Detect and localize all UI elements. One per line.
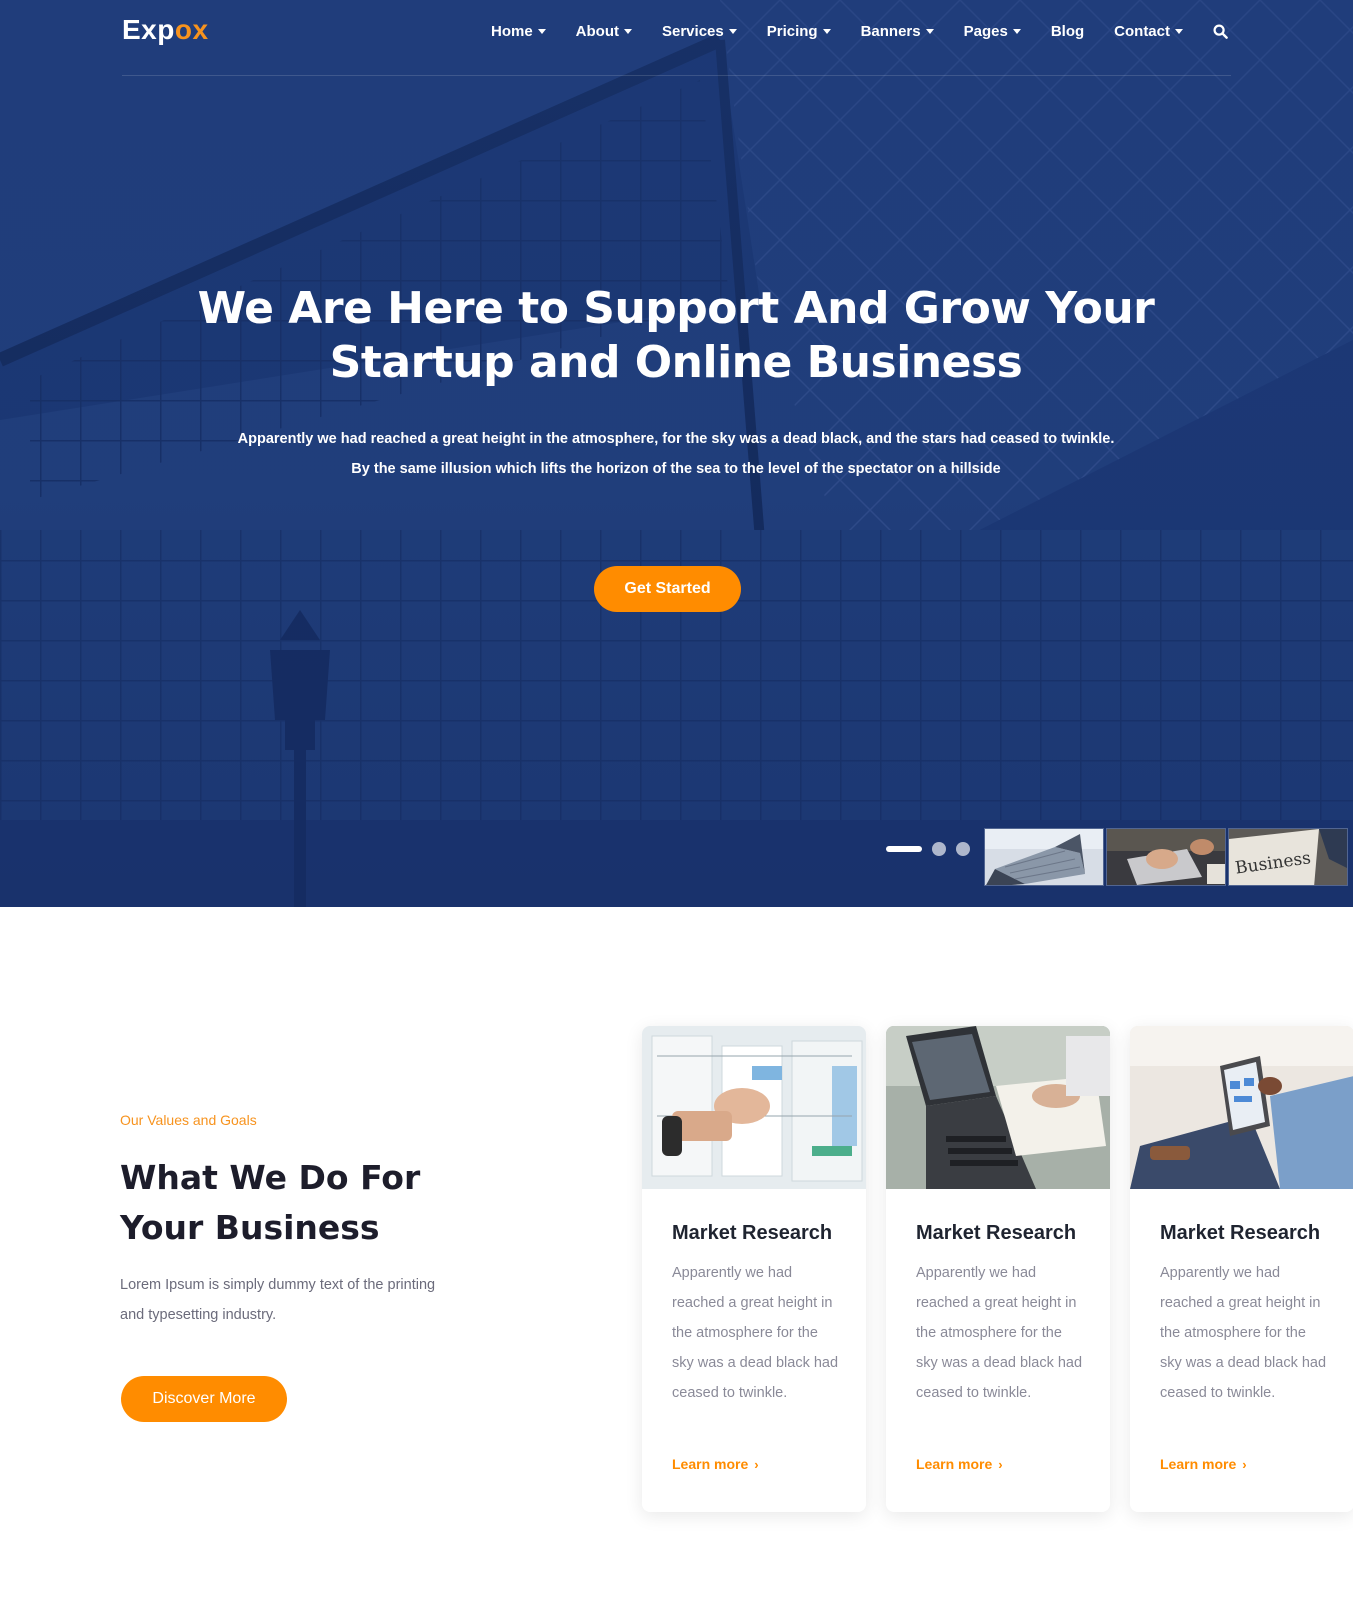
caret-down-icon xyxy=(537,28,546,34)
nav-item-contact[interactable]: Contact xyxy=(1114,20,1183,42)
nav-item-label: Blog xyxy=(1050,22,1085,40)
card-image-laptop xyxy=(886,1026,1110,1189)
section-title-line-2: Your Business xyxy=(120,1208,380,1247)
nav-item-label: Pages xyxy=(963,22,1008,40)
slider-thumbnail-laptop[interactable] xyxy=(1106,828,1226,886)
nav-item-pages[interactable]: Pages xyxy=(964,20,1021,42)
learn-more-link[interactable]: Learn more › xyxy=(672,1456,759,1472)
caret-down-icon xyxy=(822,28,831,34)
hero-subtitle-line-2: By the same illusion which lifts the hor… xyxy=(351,461,1001,477)
search-icon xyxy=(1213,23,1228,39)
section-eyebrow: Our Values and Goals xyxy=(120,1112,257,1128)
hero-title-line-2: Startup and Online Business xyxy=(329,337,1023,388)
learn-more-label: Learn more xyxy=(672,1456,749,1472)
caret-down-icon xyxy=(1012,28,1021,34)
caret-down-icon xyxy=(624,28,632,34)
card-text: Apparently we had reached a great height… xyxy=(916,1265,1083,1401)
card-title: Market Research xyxy=(672,1222,833,1244)
nav-menu: Home About Services Pricing Banners Page… xyxy=(461,20,1231,42)
logo-text-accent: ox xyxy=(174,14,209,45)
service-card-1: Market Research Apparently we had reache… xyxy=(642,1026,866,1512)
learn-more-link[interactable]: Learn more › xyxy=(916,1456,1003,1472)
learn-more-label: Learn more xyxy=(1160,1456,1237,1472)
slider-dot-3[interactable] xyxy=(956,842,970,856)
slider-thumbnails: Business xyxy=(984,828,1350,886)
slider-pagination xyxy=(886,842,970,856)
nav-item-about[interactable]: About xyxy=(576,20,632,42)
learn-more-label: Learn more xyxy=(916,1456,993,1472)
caret-down-icon xyxy=(1175,28,1183,34)
section-description: Lorem Ipsum is simply dummy text of the … xyxy=(120,1277,436,1323)
search-button[interactable] xyxy=(1213,20,1231,42)
card-text: Apparently we had reached a great height… xyxy=(1160,1265,1327,1401)
hero-section: Expox Home About Services Pricing Banner… xyxy=(0,0,1353,907)
service-card-3: Market Research Apparently we had reache… xyxy=(1130,1026,1353,1512)
slider-thumbnail-building[interactable] xyxy=(984,828,1104,886)
nav-item-label: Banners xyxy=(860,22,921,40)
card-image-whiteboard xyxy=(642,1026,866,1189)
hero-subtitle-line-1: Apparently we had reached a great height… xyxy=(237,431,1115,447)
nav-item-label: Services xyxy=(662,22,724,40)
slider-dot-2[interactable] xyxy=(932,842,946,856)
nav-item-label: Pricing xyxy=(766,22,818,40)
logo-text-main: Exp xyxy=(122,14,175,45)
service-card-2: Market Research Apparently we had reache… xyxy=(886,1026,1110,1512)
chevron-right-icon: › xyxy=(998,1456,1003,1472)
nav-item-services[interactable]: Services xyxy=(662,20,737,42)
chevron-right-icon: › xyxy=(1242,1456,1247,1472)
thumbnail-building-image xyxy=(985,829,1103,885)
hero-title: We Are Here to Support And Grow Your Sta… xyxy=(176,282,1176,390)
get-started-button[interactable]: Get Started xyxy=(594,566,741,612)
nav-item-home[interactable]: Home xyxy=(491,20,546,42)
card-title: Market Research xyxy=(916,1222,1077,1244)
nav-item-pricing[interactable]: Pricing xyxy=(767,20,831,42)
slider-dot-1[interactable] xyxy=(886,846,922,852)
section-title: What We Do For Your Business xyxy=(120,1153,480,1253)
card-text: Apparently we had reached a great height… xyxy=(672,1265,839,1401)
learn-more-link[interactable]: Learn more › xyxy=(1160,1456,1247,1472)
nav-item-label: Contact xyxy=(1114,22,1170,40)
hero-subtitle: Apparently we had reached a great height… xyxy=(176,424,1176,484)
slider-thumbnail-business[interactable]: Business xyxy=(1228,828,1348,886)
main-navbar: Expox Home About Services Pricing Banner… xyxy=(122,0,1231,76)
section-title-line-1: What We Do For xyxy=(120,1158,421,1197)
thumbnail-business-image: Business xyxy=(1229,829,1347,885)
nav-item-label: Home xyxy=(490,22,533,40)
card-title: Market Research xyxy=(1160,1222,1321,1244)
site-logo[interactable]: Expox xyxy=(122,14,209,46)
thumbnail-laptop-image xyxy=(1107,829,1225,885)
caret-down-icon xyxy=(925,28,934,34)
discover-more-button[interactable]: Discover More xyxy=(121,1376,287,1422)
hero-title-line-1: We Are Here to Support And Grow Your xyxy=(197,283,1155,334)
nav-item-banners[interactable]: Banners xyxy=(861,20,934,42)
card-image-tablet xyxy=(1130,1026,1353,1189)
chevron-right-icon: › xyxy=(754,1456,759,1472)
nav-item-blog[interactable]: Blog xyxy=(1051,20,1084,42)
caret-down-icon xyxy=(728,28,737,34)
nav-item-label: About xyxy=(575,22,619,40)
